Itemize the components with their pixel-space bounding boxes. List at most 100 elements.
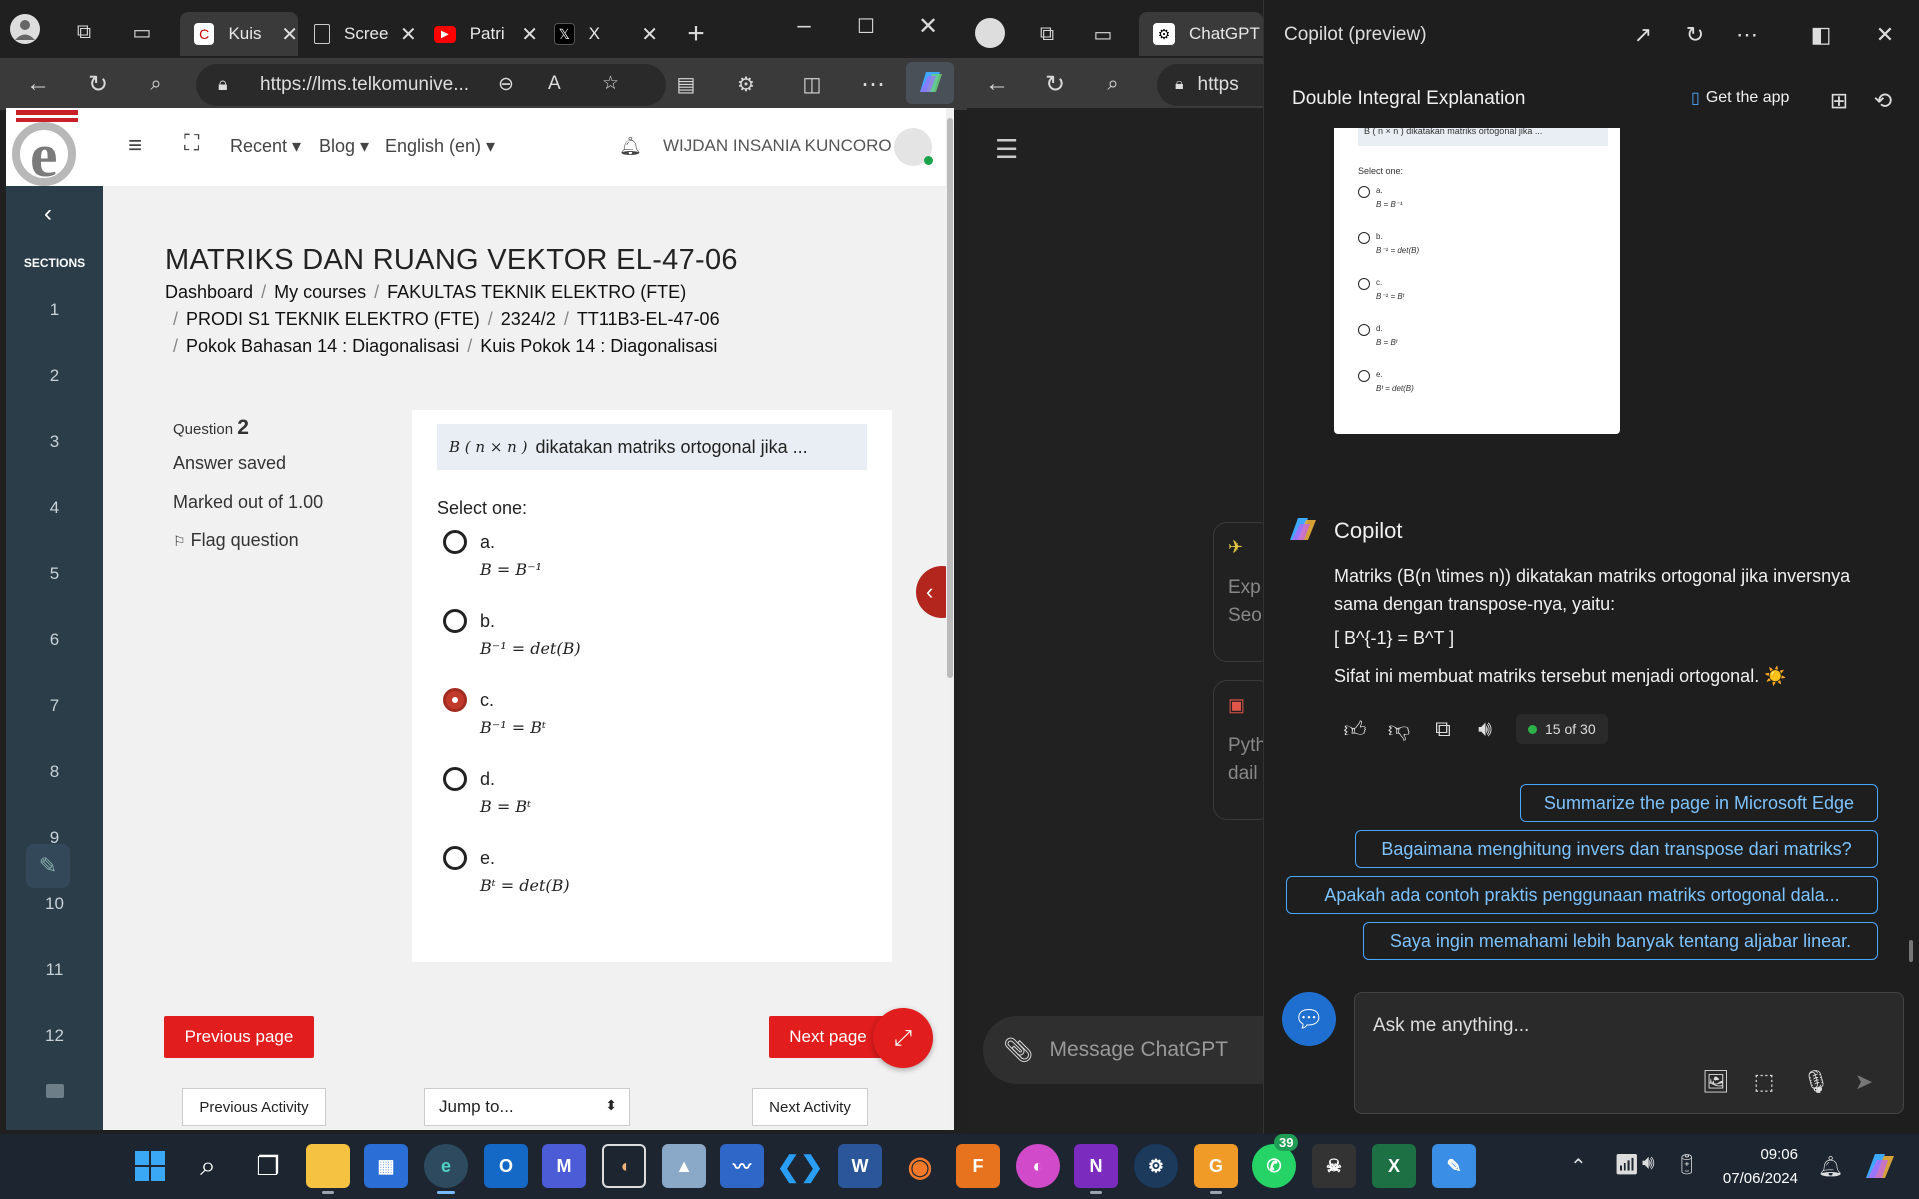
- wifi-icon[interactable]: 📶︎: [1614, 1152, 1639, 1177]
- back-icon[interactable]: ←: [20, 66, 56, 102]
- breadcrumb-faculty[interactable]: FAKULTAS TEKNIK ELEKTRO (FTE): [387, 282, 686, 302]
- recent-menu[interactable]: Recent ▾: [230, 136, 301, 157]
- breadcrumb-quiz[interactable]: Kuis Pokok 14 : Diagonalisasi: [480, 336, 717, 356]
- radio-d[interactable]: [443, 767, 467, 791]
- zoom-icon[interactable]: ⊖: [498, 73, 514, 96]
- tab-screenshot[interactable]: Scree ✕: [300, 12, 418, 56]
- tray-chevron-icon[interactable]: ⌃: [1570, 1154, 1587, 1179]
- close-tab-icon[interactable]: ✕: [521, 22, 538, 47]
- section-link[interactable]: 10: [6, 894, 103, 914]
- previous-page-button[interactable]: Previous page: [164, 1016, 314, 1058]
- pen-tool-icon[interactable]: ✎: [26, 844, 70, 888]
- close-tab-icon[interactable]: ✕: [641, 22, 658, 47]
- suggestion-chip[interactable]: Summarize the page in Microsoft Edge: [1520, 784, 1878, 822]
- bell-icon[interactable]: 🔔︎: [619, 136, 642, 157]
- user-avatar[interactable]: [894, 128, 933, 166]
- blender-icon[interactable]: ◉: [898, 1144, 942, 1188]
- ask-input[interactable]: Ask me anything... 🖼︎ ⬚ 🎙︎ ➤: [1354, 992, 1904, 1114]
- scrollbar-thumb[interactable]: [947, 118, 953, 678]
- send-icon[interactable]: ➤: [1849, 1067, 1879, 1097]
- more-menu-icon[interactable]: ⋯: [855, 66, 891, 102]
- copy-icon[interactable]: ⧉: [1428, 714, 1458, 744]
- screenshot-icon[interactable]: ⬚: [1749, 1067, 1779, 1097]
- open-in-new-icon[interactable]: ↗: [1628, 20, 1658, 50]
- radio-a[interactable]: [443, 530, 467, 554]
- language-menu[interactable]: English (en) ▾: [385, 136, 495, 157]
- collections-icon[interactable]: ▤: [668, 66, 704, 102]
- history-icon[interactable]: ⟲: [1868, 86, 1898, 116]
- steam-icon[interactable]: ⚙: [1134, 1144, 1178, 1188]
- breadcrumb-my-courses[interactable]: My courses: [274, 282, 366, 302]
- mathpix-icon[interactable]: M: [542, 1144, 586, 1188]
- search-icon[interactable]: ⌕: [186, 1144, 230, 1188]
- whatsapp-icon[interactable]: ✆ 39: [1252, 1134, 1299, 1188]
- clock-date[interactable]: 07/06/2024: [1708, 1170, 1798, 1187]
- section-link[interactable]: 1: [6, 300, 103, 320]
- section-link[interactable]: 8: [6, 762, 103, 782]
- tab-youtube[interactable]: ▶ Patri ✕: [420, 12, 538, 56]
- url-bar[interactable]: 🔒︎ https://lms.telkomunive... ⊖ A ☆: [196, 64, 666, 106]
- excel-icon[interactable]: X: [1372, 1144, 1416, 1188]
- more-icon[interactable]: ⋯: [1732, 20, 1762, 50]
- workspaces-icon[interactable]: ⧉: [66, 14, 102, 50]
- suggestion-chip[interactable]: Bagaimana menghitung invers dan transpos…: [1355, 830, 1878, 868]
- close-window-icon[interactable]: ✕: [910, 8, 946, 44]
- search-icon[interactable]: ⌕: [1095, 66, 1131, 102]
- suggestion-chip[interactable]: Saya ingin memahami lebih banyak tentang…: [1363, 922, 1878, 960]
- store-icon[interactable]: ▦: [364, 1144, 408, 1188]
- breadcrumb-program[interactable]: PRODI S1 TEKNIK ELEKTRO (FTE): [186, 309, 480, 329]
- breadcrumb-class[interactable]: TT11B3-EL-47-06: [577, 309, 720, 329]
- tab-chatgpt[interactable]: ⚙ ChatGPT: [1139, 12, 1263, 56]
- close-icon[interactable]: ✕: [1870, 20, 1900, 50]
- radio-c[interactable]: [443, 688, 467, 712]
- profile-avatar[interactable]: [10, 14, 40, 44]
- sidebar-toggle-icon[interactable]: ☰: [995, 134, 1018, 165]
- start-icon[interactable]: [128, 1144, 172, 1188]
- close-tab-icon[interactable]: ✕: [400, 22, 417, 47]
- next-page-button[interactable]: Next page: [769, 1016, 887, 1058]
- game-app-icon[interactable]: ☠: [1312, 1144, 1356, 1188]
- edge-icon[interactable]: e: [424, 1144, 468, 1194]
- copilot-toolbar-icon[interactable]: [906, 62, 954, 104]
- vscode-icon[interactable]: ❮❯: [777, 1144, 824, 1188]
- photos-icon[interactable]: ▲: [662, 1144, 706, 1188]
- radio-b[interactable]: [443, 609, 467, 633]
- minimize-icon[interactable]: –: [786, 8, 822, 44]
- previous-activity-button[interactable]: Previous Activity: [182, 1088, 326, 1126]
- battery-icon[interactable]: 🔋︎: [1674, 1152, 1699, 1177]
- section-link[interactable]: 5: [6, 564, 103, 584]
- telkom-logo[interactable]: e: [12, 108, 98, 190]
- attached-screenshot[interactable]: B ( n × n ) dikatakan matriks ortogonal …: [1334, 128, 1620, 434]
- thumbs-down-icon[interactable]: 👎︎: [1384, 714, 1414, 744]
- panel-scrollbar[interactable]: [1909, 940, 1913, 962]
- section-link[interactable]: 2: [6, 366, 103, 386]
- url-bar[interactable]: 🔒︎ https: [1157, 64, 1267, 106]
- archive-icon[interactable]: [46, 1084, 64, 1098]
- jump-to-select[interactable]: Jump to... ⬍: [424, 1088, 630, 1126]
- extensions-icon[interactable]: ⚙: [728, 66, 764, 102]
- section-link[interactable]: 11: [6, 960, 103, 980]
- volume-icon[interactable]: 🔊︎: [1642, 1152, 1655, 1175]
- section-link[interactable]: 12: [6, 1026, 103, 1046]
- new-topic-button[interactable]: 💬︎: [1282, 992, 1336, 1046]
- message-input[interactable]: 📎︎ Message ChatGPT: [983, 1016, 1283, 1084]
- fullscreen-icon[interactable]: ⛶: [184, 130, 199, 156]
- page-scrollbar[interactable]: [946, 108, 954, 1130]
- collapse-sidebar-icon[interactable]: ‹: [44, 200, 52, 228]
- paint-app-icon[interactable]: ◐: [1016, 1144, 1060, 1188]
- bookmark-app-icon[interactable]: ◖: [602, 1144, 646, 1188]
- clock-time[interactable]: 09:06: [1734, 1146, 1798, 1163]
- search-icon[interactable]: ⌕: [138, 66, 174, 102]
- tab-x[interactable]: 𝕏 X ✕: [540, 12, 658, 56]
- outlook-icon[interactable]: O: [484, 1144, 528, 1188]
- attach-icon[interactable]: 📎︎: [1003, 1036, 1033, 1065]
- file-explorer-icon[interactable]: [306, 1144, 350, 1194]
- paint-brush-icon[interactable]: ✎: [1432, 1144, 1476, 1188]
- breadcrumb-term[interactable]: 2324/2: [501, 309, 556, 329]
- word-icon[interactable]: W: [838, 1144, 882, 1188]
- speaker-icon[interactable]: 🔊︎: [1470, 714, 1500, 744]
- thumbs-up-icon[interactable]: 👍︎: [1340, 714, 1370, 744]
- section-link[interactable]: 4: [6, 498, 103, 518]
- flag-question-link[interactable]: ⚐ Flag question: [173, 530, 299, 551]
- plugins-icon[interactable]: ⊞: [1824, 86, 1854, 116]
